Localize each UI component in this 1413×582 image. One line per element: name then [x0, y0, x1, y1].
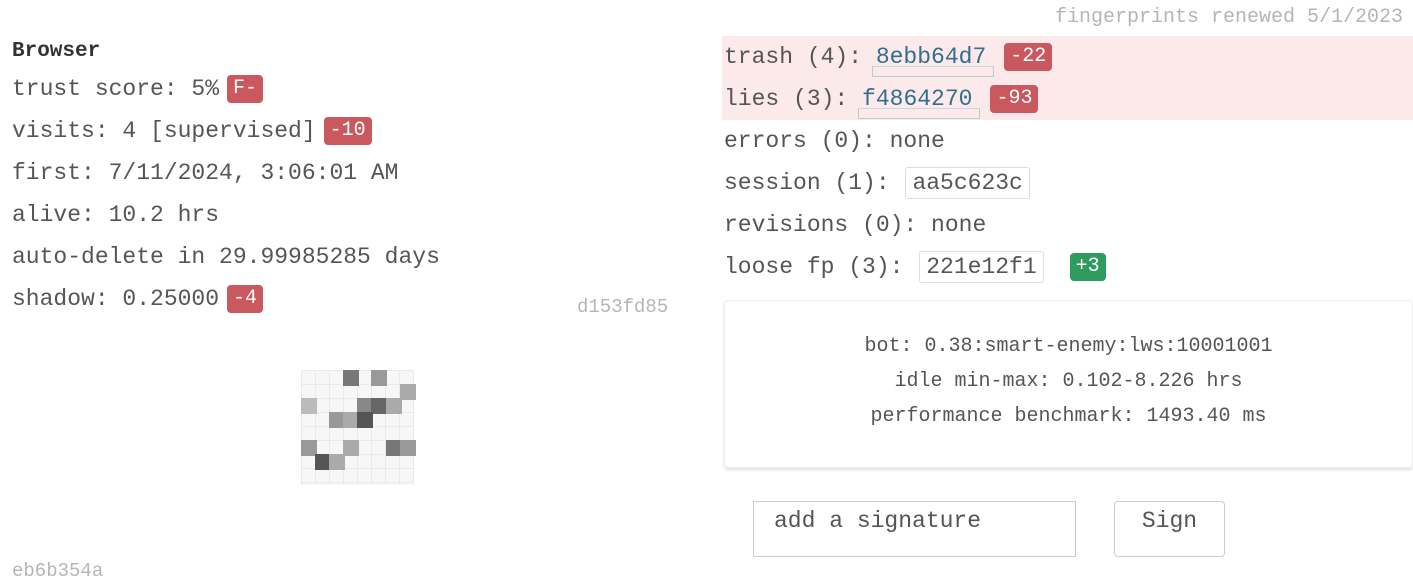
browser-hash: d153fd85 — [577, 296, 669, 318]
trust-grade-badge: F- — [227, 74, 264, 103]
identicon-cell — [371, 398, 387, 414]
identicon-cell — [357, 412, 373, 428]
trash-hash-link[interactable]: 8ebb64d7 — [871, 36, 995, 78]
trust-score-row: trust score: 5% F- — [12, 68, 702, 110]
errors-row: errors (0): none — [724, 128, 945, 154]
session-label: session (1): — [724, 170, 904, 196]
session-hash: aa5c623c — [905, 167, 1030, 199]
identicon-icon — [301, 370, 416, 485]
loose-fp-hash: 221e12f1 — [919, 251, 1044, 283]
bot-info-card: bot: 0.38:smart-enemy:lws:10001001 idle … — [724, 300, 1413, 468]
trash-hash-underline — [871, 66, 995, 77]
shadow-delta-badge: -4 — [227, 284, 264, 313]
revisions-row: revisions (0): none — [724, 212, 987, 238]
identicon-cell — [400, 384, 416, 400]
alive-row: alive: 10.2 hrs — [12, 202, 220, 228]
identicon-cell — [343, 370, 359, 386]
idle-line: idle min-max: 0.102-8.226 hrs — [894, 370, 1243, 393]
bot-line: bot: 0.38:smart-enemy:lws:10001001 — [864, 335, 1273, 358]
loose-fp-label: loose fp (3): — [724, 254, 918, 280]
trash-row: trash (4): 8ebb64d7 -22 — [722, 36, 1413, 78]
trust-score-label: trust score: 5% — [12, 76, 220, 102]
lies-label: lies (3): — [724, 86, 863, 112]
sign-button[interactable]: Sign — [1114, 501, 1225, 557]
identicon-cell — [400, 440, 416, 456]
identicon-cell — [386, 398, 402, 414]
lies-hash-link[interactable]: f4864270 — [858, 78, 981, 120]
shadow-label: shadow: 0.25000 — [12, 286, 220, 312]
identicon-cell — [329, 454, 345, 470]
lies-hash-underline — [858, 108, 981, 119]
performance-line: performance benchmark: 1493.40 ms — [870, 405, 1267, 428]
signals-panel: trash (4): 8ebb64d7 -22 lies (3): f486427… — [722, 36, 1413, 288]
trash-label: trash (4): — [724, 44, 876, 70]
identicon-cell — [371, 370, 387, 386]
visits-delta-badge: -10 — [323, 116, 372, 145]
identicon-cell — [301, 398, 317, 414]
visits-label: visits: 4 [supervised] — [12, 118, 316, 144]
auto-delete-row: auto-delete in 29.99985285 days — [12, 244, 440, 270]
browser-panel: Browser trust score: 5% F- visits: 4 [sup… — [12, 36, 702, 320]
identicon-cell — [343, 440, 359, 456]
visits-row: visits: 4 [supervised] -10 — [12, 110, 702, 152]
browser-title: Browser — [12, 40, 101, 63]
trash-delta-badge: -22 — [1004, 42, 1053, 71]
loose-fp-delta-badge: +3 — [1069, 252, 1106, 281]
loose-fp-row: loose fp (3): 221e12f1 +3 — [722, 246, 1413, 288]
signature-input[interactable]: add a signature — [753, 501, 1076, 557]
lies-delta-badge: -93 — [990, 84, 1039, 113]
fingerprints-renewed-note: fingerprints renewed 5/1/2023 — [1054, 6, 1403, 29]
first-seen-row: first: 7/11/2024, 3:06:01 AM — [12, 160, 399, 186]
session-row: session (1): aa5c623c — [722, 162, 1413, 204]
lies-row: lies (3): f4864270 -93 — [722, 78, 1413, 120]
